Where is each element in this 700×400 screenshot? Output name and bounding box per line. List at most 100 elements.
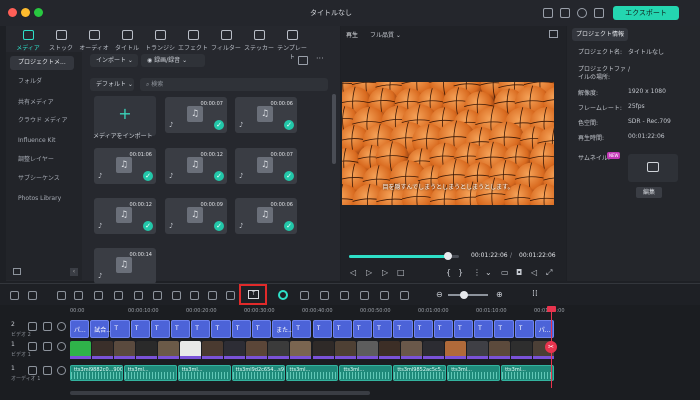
sidebar-item[interactable]: フォルダ [10, 75, 74, 89]
redo-icon[interactable] [74, 291, 83, 300]
gift-icon[interactable] [594, 8, 604, 18]
tab-text[interactable]: タイトル [111, 30, 143, 52]
video-clip[interactable] [158, 341, 180, 359]
prev-frame-icon[interactable]: ◁ [350, 268, 356, 277]
voice-icon[interactable] [340, 291, 349, 300]
pointer-tool-icon[interactable] [28, 291, 37, 300]
eye-icon[interactable] [57, 322, 66, 331]
zoom-slider[interactable] [448, 291, 488, 299]
download-icon[interactable] [560, 8, 570, 18]
player-scrubber[interactable] [349, 252, 459, 260]
video-clip[interactable] [444, 341, 466, 359]
title-clip[interactable]: また... [272, 320, 292, 338]
video-clip[interactable] [510, 341, 532, 359]
title-clip[interactable]: T [211, 320, 231, 338]
title-clip[interactable]: T [393, 320, 413, 338]
video-clip[interactable] [378, 341, 400, 359]
select-tool-icon[interactable] [10, 291, 19, 300]
media-scrollbar[interactable] [332, 94, 336, 164]
audio-clip[interactable]: tts3ml... [339, 365, 393, 381]
tab-filter[interactable]: フィルター [210, 30, 242, 52]
media-item[interactable]: 00:00:06 ♫ ♪ ✓ [235, 198, 297, 234]
zoom-out-icon[interactable]: ⊖ [436, 290, 443, 299]
sidebar-item[interactable]: Photos Library [10, 192, 74, 206]
thumbnail-preview[interactable] [628, 154, 678, 182]
minimize-window-button[interactable] [21, 8, 30, 17]
media-item[interactable]: 00:01:06 ♫ ♪ ✓ [94, 148, 156, 184]
title-clip[interactable]: T [312, 320, 332, 338]
media-item[interactable]: 00:00:14 ♫ ♪ [94, 248, 156, 284]
eye-icon[interactable] [57, 342, 66, 351]
edit-thumbnail-button[interactable]: 編集 [636, 187, 662, 198]
title-clip[interactable]: T [191, 320, 211, 338]
video-clip[interactable] [334, 341, 356, 359]
ai-text-tool-icon[interactable]: T [248, 290, 259, 299]
mark-out-icon[interactable]: } [458, 268, 463, 277]
crop-icon[interactable] [134, 291, 143, 300]
title-clip[interactable]: T [231, 320, 251, 338]
record-dropdown[interactable]: ◉ 録画/録音 ⌄ [141, 54, 205, 67]
media-item[interactable]: 00:00:07 ♫ ♪ ✓ [235, 148, 297, 184]
video-clip[interactable] [400, 341, 422, 359]
search-input[interactable]: ⌕ 検索 [140, 78, 328, 91]
close-window-button[interactable] [8, 8, 17, 17]
playhead-handle[interactable] [547, 306, 556, 312]
video-clip[interactable] [136, 341, 158, 359]
video-clip[interactable] [114, 341, 136, 359]
project-info-tab[interactable]: プロジェクト情報 [572, 28, 628, 41]
sort-dropdown[interactable]: デフォルト ⌄ [90, 78, 134, 91]
video-clip[interactable] [312, 341, 334, 359]
text-tool-icon[interactable] [153, 291, 162, 300]
video-clip[interactable] [180, 341, 202, 359]
undo-icon[interactable] [57, 291, 66, 300]
title-clip[interactable]: T [413, 320, 433, 338]
tab-effect[interactable]: エフェクト [177, 30, 209, 52]
quality-dropdown[interactable]: フル品質 ⌄ [370, 30, 401, 39]
title-clip[interactable]: T [474, 320, 494, 338]
media-item[interactable]: 00:00:06 ♫ ♪ ✓ [235, 97, 297, 133]
maximize-window-button[interactable] [34, 8, 43, 17]
eye-icon[interactable] [57, 366, 66, 375]
lock-icon[interactable] [43, 342, 52, 351]
timeline-scrollbar[interactable] [70, 391, 370, 395]
link-icon[interactable] [400, 291, 409, 300]
audio-clip[interactable]: tts3ml... [501, 365, 554, 381]
stop-icon[interactable]: □ [397, 268, 405, 277]
title-clip[interactable]: T [373, 320, 393, 338]
title-clip[interactable]: 試合... [90, 320, 110, 338]
sidebar-item[interactable]: プロジェクトメ... [10, 56, 74, 70]
track-folder-icon[interactable] [28, 322, 37, 331]
tab-media[interactable]: メディア [12, 30, 44, 52]
audio-clip[interactable]: tts3ml... [285, 365, 339, 381]
sidebar-item[interactable]: 共有メディア [10, 96, 74, 110]
audio-clip[interactable]: tts3ml... [447, 365, 501, 381]
title-clip[interactable]: T [150, 320, 171, 338]
tab-music-note[interactable]: オーディオ [78, 30, 110, 52]
new-folder-icon[interactable] [13, 268, 21, 275]
zoom-in-icon[interactable]: ⊕ [496, 290, 503, 299]
delete-icon[interactable] [94, 291, 103, 300]
mask-icon[interactable] [226, 291, 235, 300]
tab-stock[interactable]: ストック [45, 30, 77, 52]
collapse-sidebar-icon[interactable]: ‹ [70, 268, 78, 276]
video-clip[interactable] [92, 341, 114, 359]
snap-icon[interactable] [360, 291, 369, 300]
camera-icon[interactable]: ◘ [516, 268, 522, 277]
export-button[interactable]: エクスポート [613, 6, 679, 20]
track-folder-icon[interactable] [28, 342, 37, 351]
title-clip[interactable]: T [332, 320, 352, 338]
title-clip[interactable]: T [110, 320, 130, 338]
fullscreen-icon[interactable]: ⤢ [546, 268, 552, 278]
video-clip[interactable] [422, 341, 444, 359]
sidebar-item[interactable]: サブシーケンス [10, 172, 74, 186]
title-clip[interactable]: T [453, 320, 474, 338]
filter-icon[interactable] [298, 56, 308, 65]
display-icon[interactable]: ▭ [501, 268, 509, 277]
tab-sticker[interactable]: ステッカー [243, 30, 275, 52]
audio-clip[interactable]: tts3ml9882c0...9000s [70, 365, 123, 381]
speed-icon[interactable] [208, 291, 217, 300]
title-clip[interactable]: T [130, 320, 150, 338]
import-media-tile[interactable]: + [94, 96, 156, 136]
video-clip[interactable] [356, 341, 378, 359]
video-clip[interactable] [70, 341, 92, 359]
